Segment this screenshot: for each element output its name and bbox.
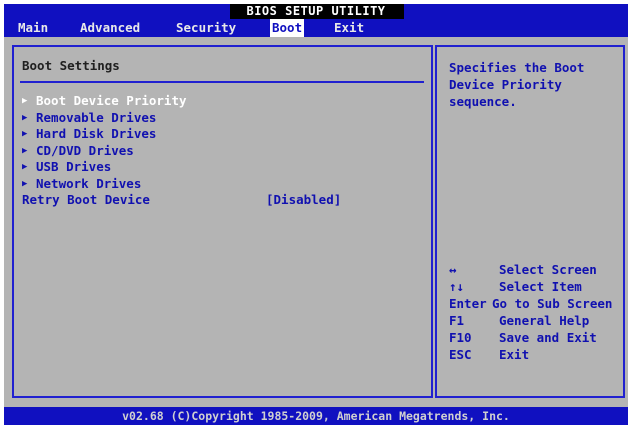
retry-boot-device-value[interactable]: [Disabled] <box>266 192 341 208</box>
key-description: General Help <box>499 313 590 328</box>
menu-item-label: Network Drives <box>36 176 142 191</box>
menu-item-label: Hard Disk Drives <box>36 126 157 141</box>
submenu-arrow-icon: ▶ <box>22 95 28 106</box>
submenu-arrow-icon: ▶ <box>22 161 28 172</box>
menu-item-boot-device-priority[interactable]: ▶ Boot Device Priority <box>22 93 187 109</box>
submenu-arrow-icon: ▶ <box>22 145 28 156</box>
key-description: Save and Exit <box>499 330 597 345</box>
help-description: Specifies the Boot Device Priority seque… <box>449 60 585 109</box>
main-panel: Boot Settings ▶ Boot Device Priority ▶ Rem… <box>12 45 433 398</box>
menu-tab-exit[interactable]: Exit <box>332 19 366 37</box>
menu-item-label: USB Drives <box>36 159 112 174</box>
key-description: Go to Sub Screen <box>492 296 613 311</box>
section-divider <box>20 81 424 83</box>
menu-item-cd-dvd-drives[interactable]: ▶ CD/DVD Drives <box>22 143 134 159</box>
left-right-arrows-icon: ↔ <box>449 262 457 277</box>
key-description: Select Screen <box>499 262 597 277</box>
copyright-text: v02.68 (C)Copyright 1985-2009, American … <box>122 409 510 423</box>
menu-item-label: CD/DVD Drives <box>36 143 134 158</box>
menu-item-label: Boot Device Priority <box>36 93 187 108</box>
help-panel: Specifies the Boot Device Priority seque… <box>435 45 625 398</box>
menu-item-hard-disk-drives[interactable]: ▶ Hard Disk Drives <box>22 126 156 142</box>
key-label: ESC <box>449 347 472 362</box>
menu-tab-security[interactable]: Security <box>174 19 238 37</box>
submenu-arrow-icon: ▶ <box>22 128 28 139</box>
retry-boot-device-label[interactable]: Retry Boot Device <box>22 192 150 208</box>
submenu-arrow-icon: ▶ <box>22 178 28 189</box>
key-description: Select Item <box>499 279 582 294</box>
menu-tab-boot[interactable]: Boot <box>270 19 305 37</box>
menu-item-network-drives[interactable]: ▶ Network Drives <box>22 176 141 192</box>
title-bar: BIOS SETUP UTILITY <box>4 4 628 19</box>
key-label: F1 <box>449 313 465 328</box>
key-label: F10 <box>449 330 472 345</box>
menu-bar: Main Advanced Security Boot Exit <box>4 19 628 37</box>
key-label: Enter <box>449 296 487 311</box>
up-down-arrows-icon: ↑↓ <box>449 279 465 294</box>
app-title: BIOS SETUP UTILITY <box>246 4 386 18</box>
footer-bar: v02.68 (C)Copyright 1985-2009, American … <box>4 407 628 425</box>
menu-item-label: Removable Drives <box>36 110 157 125</box>
bios-screen: BIOS SETUP UTILITY Main Advanced Securit… <box>4 4 628 425</box>
menu-tab-advanced[interactable]: Advanced <box>78 19 142 37</box>
menu-item-usb-drives[interactable]: ▶ USB Drives <box>22 159 111 175</box>
menu-tab-main[interactable]: Main <box>16 19 50 37</box>
menu-item-removable-drives[interactable]: ▶ Removable Drives <box>22 110 156 126</box>
submenu-arrow-icon: ▶ <box>22 112 28 123</box>
key-description: Exit <box>499 347 530 362</box>
section-title: Boot Settings <box>22 58 120 73</box>
